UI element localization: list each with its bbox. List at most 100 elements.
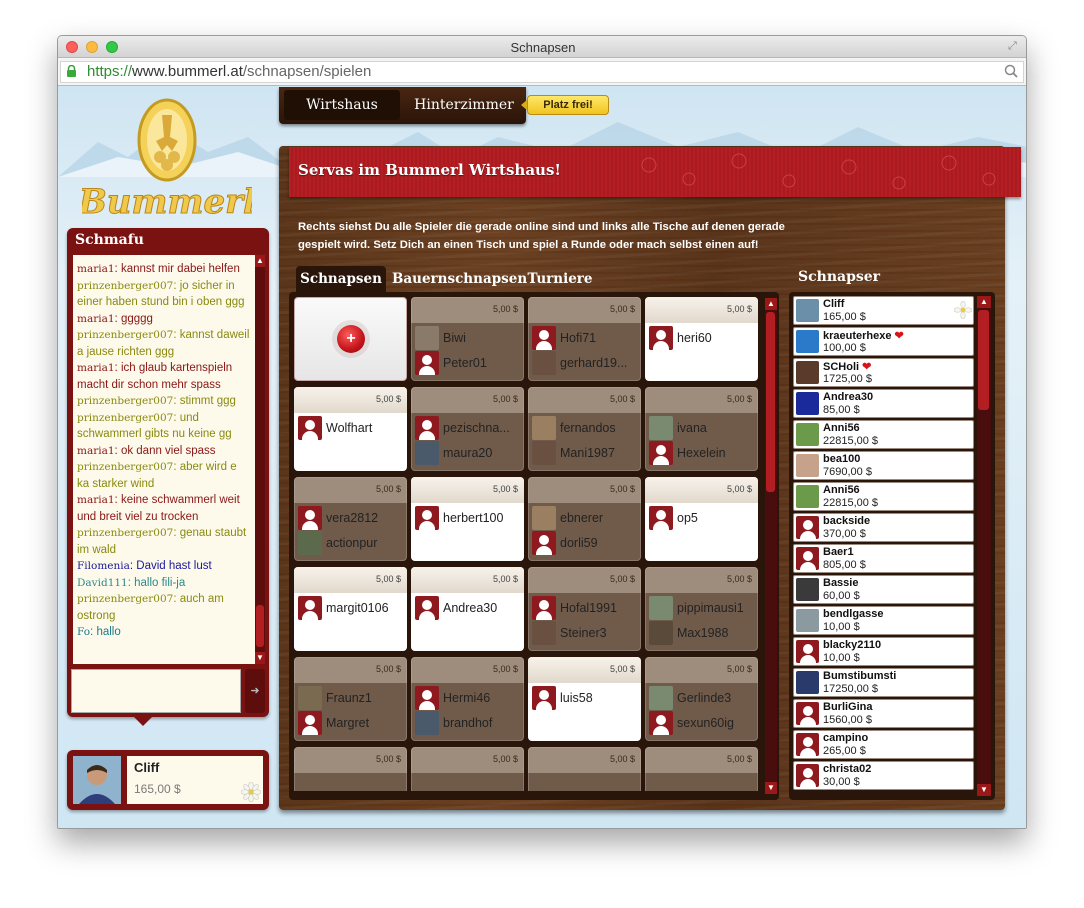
table-seat[interactable]: pippimausi1 bbox=[647, 596, 756, 620]
table-seat[interactable]: Wolfhart bbox=[296, 416, 405, 440]
table-seat[interactable]: ivana bbox=[647, 416, 756, 440]
game-table[interactable]: 5,00 $ Hofal1991 Steiner3 bbox=[528, 567, 641, 651]
table-seat[interactable]: Biwi bbox=[413, 326, 522, 350]
game-table[interactable]: 5,00 $ bbox=[294, 747, 407, 791]
table-seat[interactable]: Max1988 bbox=[647, 621, 756, 645]
player-row[interactable]: Andrea30 85,00 $ bbox=[793, 389, 974, 418]
game-table[interactable]: 5,00 $ herbert100 bbox=[411, 477, 524, 561]
table-seat[interactable]: Gerlinde3 bbox=[647, 686, 756, 710]
game-table[interactable]: 5,00 $ Hermi46 brandhof bbox=[411, 657, 524, 741]
tab-schnapsen[interactable]: Schnapsen bbox=[296, 266, 386, 293]
chat-scroll-thumb[interactable] bbox=[256, 605, 264, 647]
send-arrow-icon[interactable]: ➜ bbox=[245, 669, 265, 713]
scroll-down-arrow-icon[interactable]: ▼ bbox=[255, 652, 265, 664]
game-table[interactable]: 5,00 $ Fraunz1 Margret bbox=[294, 657, 407, 741]
player-row[interactable]: christa02 30,00 $ bbox=[793, 761, 974, 790]
player-row[interactable]: bea100 7690,00 $ bbox=[793, 451, 974, 480]
table-seat[interactable]: heri60 bbox=[647, 326, 756, 350]
player-row[interactable]: Anni56 22815,00 $ bbox=[793, 420, 974, 449]
table-seat[interactable]: Hofal1991 bbox=[530, 596, 639, 620]
player-row[interactable]: Bassie 60,00 $ bbox=[793, 575, 974, 604]
table-seat[interactable]: brandhof bbox=[413, 711, 522, 735]
game-table[interactable]: 5,00 $ Gerlinde3 sexun60ig bbox=[645, 657, 758, 741]
game-table[interactable]: 5,00 $ Hofi71 gerhard19... bbox=[528, 297, 641, 381]
player-row[interactable]: bendlgasse 10,00 $ bbox=[793, 606, 974, 635]
chat-message-nick[interactable]: prinzenberger007 bbox=[77, 412, 173, 424]
player-row[interactable]: kraeuterhexe ❤ 100,00 $ bbox=[793, 327, 974, 356]
game-table[interactable]: 5,00 $ pippimausi1 Max1988 bbox=[645, 567, 758, 651]
tables-scrollbar[interactable]: ▲ ▼ bbox=[765, 298, 777, 794]
scroll-down-arrow-icon[interactable]: ▼ bbox=[765, 782, 777, 794]
game-table[interactable]: 5,00 $ bbox=[645, 747, 758, 791]
table-seat[interactable]: gerhard19... bbox=[530, 351, 639, 375]
tab-bauernschnapsen[interactable]: Bauernschnapsen bbox=[392, 266, 527, 293]
table-seat[interactable]: margit0106 bbox=[296, 596, 405, 620]
game-table[interactable]: 5,00 $ heri60 bbox=[645, 297, 758, 381]
table-seat[interactable]: Hexelein bbox=[647, 441, 756, 465]
chat-message-nick[interactable]: David111 bbox=[77, 577, 128, 589]
player-row[interactable]: backside 370,00 $ bbox=[793, 513, 974, 542]
game-table[interactable]: 5,00 $ bbox=[528, 747, 641, 791]
game-table[interactable]: 5,00 $ vera2812 actionpur bbox=[294, 477, 407, 561]
players-scrollbar[interactable]: ▲ ▼ bbox=[977, 296, 991, 796]
table-seat[interactable]: herbert100 bbox=[413, 506, 522, 530]
game-table[interactable]: 5,00 $ bbox=[411, 747, 524, 791]
scroll-down-arrow-icon[interactable]: ▼ bbox=[977, 784, 991, 796]
table-seat[interactable]: dorli59 bbox=[530, 531, 639, 555]
chat-message-nick[interactable]: maria1 bbox=[77, 313, 115, 325]
chat-log[interactable]: maria1: kannst mir dabei helfen prinzenbe… bbox=[73, 255, 255, 664]
table-seat[interactable]: ebnerer bbox=[530, 506, 639, 530]
table-seat[interactable]: Hermi46 bbox=[413, 686, 522, 710]
game-table[interactable]: 5,00 $ op5 bbox=[645, 477, 758, 561]
chat-scrollbar[interactable]: ▲ ▼ bbox=[255, 255, 265, 664]
player-row[interactable]: Baer1 805,00 $ bbox=[793, 544, 974, 573]
player-row[interactable]: Bumstibumsti 17250,00 $ bbox=[793, 668, 974, 697]
game-table[interactable]: 5,00 $ ivana Hexelein bbox=[645, 387, 758, 471]
table-seat[interactable]: sexun60ig bbox=[647, 711, 756, 735]
game-table[interactable]: 5,00 $ fernandos Mani1987 bbox=[528, 387, 641, 471]
chat-message-nick[interactable]: maria1 bbox=[77, 263, 115, 275]
chat-message-nick[interactable]: prinzenberger007 bbox=[77, 461, 173, 473]
player-row[interactable]: campino 265,00 $ bbox=[793, 730, 974, 759]
table-seat[interactable]: Mani1987 bbox=[530, 441, 639, 465]
table-seat[interactable]: Fraunz1 bbox=[296, 686, 405, 710]
table-seat[interactable]: maura20 bbox=[413, 441, 522, 465]
chat-message-nick[interactable]: prinzenberger007 bbox=[77, 593, 173, 605]
player-row[interactable]: SCHoli ❤ 1725,00 $ bbox=[793, 358, 974, 387]
game-table[interactable]: 5,00 $ Andrea30 bbox=[411, 567, 524, 651]
table-seat[interactable]: luis58 bbox=[530, 686, 639, 710]
chat-message-nick[interactable]: maria1 bbox=[77, 362, 115, 374]
table-seat[interactable]: Hofi71 bbox=[530, 326, 639, 350]
players-scroll-thumb[interactable] bbox=[978, 310, 989, 410]
search-icon[interactable] bbox=[1004, 64, 1018, 78]
chat-message-nick[interactable]: Fo bbox=[77, 626, 90, 638]
new-table-button[interactable]: + bbox=[294, 297, 407, 381]
nav-tab-hinterzimmer[interactable]: Hinterzimmer bbox=[405, 90, 523, 120]
tables-scroll-thumb[interactable] bbox=[766, 312, 775, 492]
table-seat[interactable]: pezischna... bbox=[413, 416, 522, 440]
game-table[interactable]: 5,00 $ Biwi Peter01 bbox=[411, 297, 524, 381]
chat-message-nick[interactable]: Filomenia bbox=[77, 560, 130, 572]
player-row[interactable]: blacky2110 10,00 $ bbox=[793, 637, 974, 666]
fullscreen-icon[interactable]: ⤢ bbox=[1008, 40, 1022, 54]
url-field[interactable]: https://www.bummerl.at/schnapsen/spielen bbox=[60, 61, 1024, 83]
game-table[interactable]: 5,00 $ pezischna... maura20 bbox=[411, 387, 524, 471]
chat-message-nick[interactable]: prinzenberger007 bbox=[77, 280, 173, 292]
table-seat[interactable]: Peter01 bbox=[413, 351, 522, 375]
plus-icon[interactable]: + bbox=[337, 325, 365, 353]
player-row[interactable]: BurliGina 1560,00 $ bbox=[793, 699, 974, 728]
table-seat[interactable]: actionpur bbox=[296, 531, 405, 555]
game-table[interactable]: 5,00 $ Wolfhart bbox=[294, 387, 407, 471]
scroll-up-arrow-icon[interactable]: ▲ bbox=[765, 298, 777, 310]
game-table[interactable]: 5,00 $ ebnerer dorli59 bbox=[528, 477, 641, 561]
table-seat[interactable]: vera2812 bbox=[296, 506, 405, 530]
scroll-up-arrow-icon[interactable]: ▲ bbox=[977, 296, 991, 308]
player-row[interactable]: Anni56 22815,00 $ bbox=[793, 482, 974, 511]
table-seat[interactable]: Steiner3 bbox=[530, 621, 639, 645]
chat-message-nick[interactable]: prinzenberger007 bbox=[77, 395, 173, 407]
tab-turniere[interactable]: Turniere bbox=[526, 266, 594, 293]
platz-frei-badge[interactable]: Platz frei! bbox=[527, 95, 609, 115]
nav-tab-wirtshaus[interactable]: Wirtshaus bbox=[284, 90, 400, 120]
chat-message-nick[interactable]: maria1 bbox=[77, 494, 115, 506]
table-seat[interactable]: Andrea30 bbox=[413, 596, 522, 620]
